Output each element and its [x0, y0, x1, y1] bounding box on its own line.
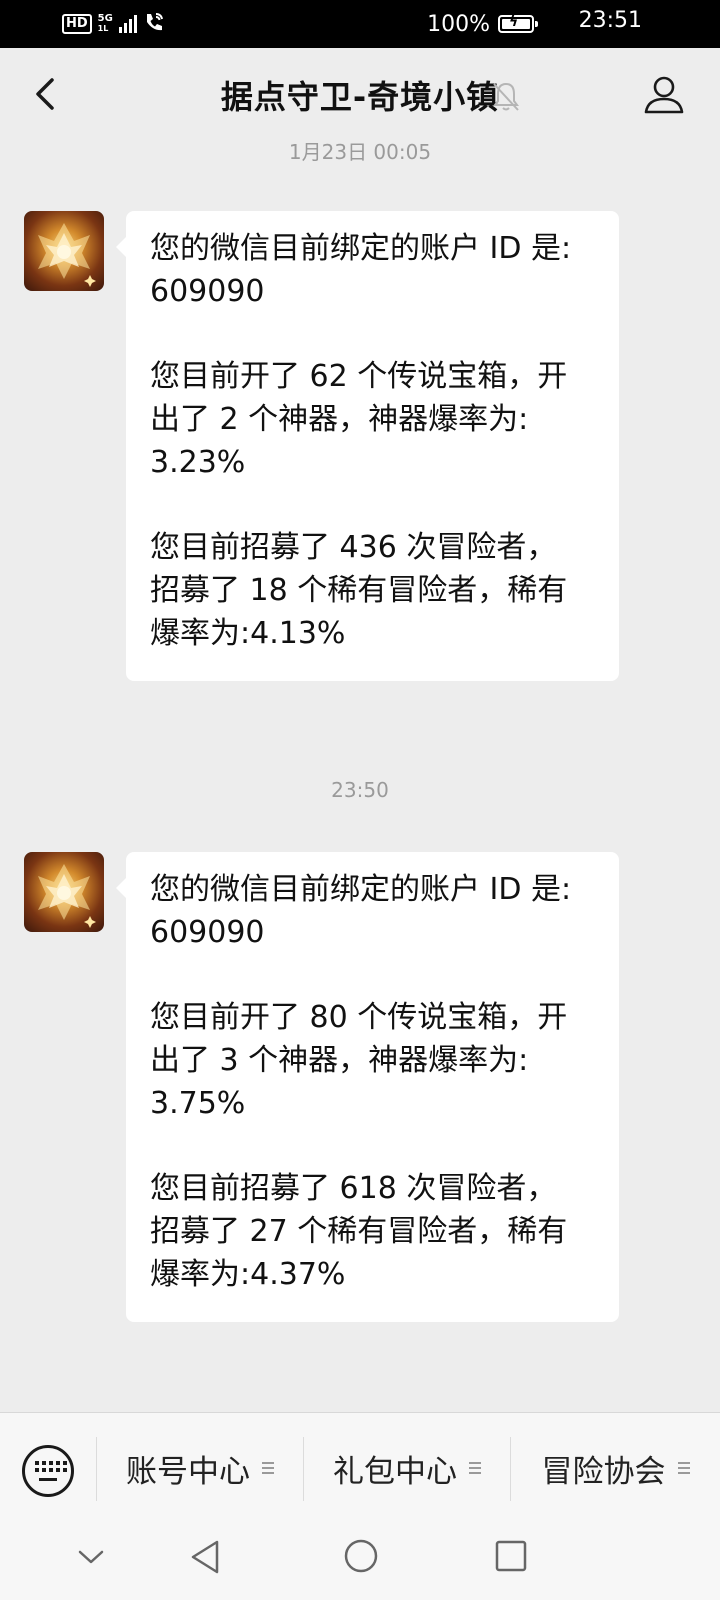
battery-icon: ϟ [498, 14, 538, 33]
network-type: 5G 1L [97, 13, 113, 34]
bot-avatar[interactable] [24, 211, 104, 291]
charging-icon: ϟ [509, 14, 519, 30]
message-bubble[interactable]: 您的微信目前绑定的账户 ID 是: 609090 您目前开了 62 个传说宝箱，… [116, 211, 619, 681]
menu-item-adventure-guild[interactable]: 冒险协会 [511, 1413, 720, 1523]
message-bubble[interactable]: 您的微信目前绑定的账户 ID 是: 609090 您目前开了 80 个传说宝箱，… [116, 852, 619, 1322]
bot-avatar[interactable] [24, 852, 104, 932]
submenu-icon [677, 1462, 690, 1474]
message-text: 您目前开了 62 个传说宝箱，开 出了 2 个神器，神器爆率为: 3.23% [150, 359, 568, 480]
chat-header: 据点守卫-奇境小镇 [0, 48, 720, 142]
mute-icon [493, 82, 519, 111]
submenu-icon [262, 1462, 274, 1474]
status-time: 23:51 [578, 8, 642, 33]
keyboard-toggle-icon[interactable] [22, 1445, 74, 1497]
emblem-icon [38, 223, 96, 287]
status-right: 100% ϟ [427, 9, 538, 39]
chevron-down-icon[interactable] [76, 1542, 106, 1572]
nav-home-icon[interactable] [343, 1538, 379, 1574]
message-text: 您的微信目前绑定的账户 ID 是: 609090 [150, 872, 572, 950]
emblem-icon [38, 864, 96, 928]
message-text: 您目前开了 80 个传说宝箱，开 出了 3 个神器，神器爆率为: 3.75% [150, 1000, 568, 1121]
message-timestamp: 1月23日 00:05 [288, 142, 432, 164]
signal-icon [118, 15, 137, 33]
chat-title: 据点守卫-奇境小镇 [220, 78, 500, 116]
profile-icon[interactable] [642, 72, 686, 116]
message-text: 您目前招募了 618 次冒险者， 招募了 27 个稀有冒险者，稀有 爆率为:4.… [150, 1171, 568, 1292]
message-text: 您目前招募了 436 次冒险者， 招募了 18 个稀有冒险者，稀有 爆率为:4.… [150, 530, 568, 651]
status-bar: HD 5G 1L 100% ϟ 23:51 [0, 0, 720, 48]
battery-percent: 100% [427, 11, 490, 37]
message-timestamp: 23:50 [331, 778, 389, 802]
chat-messages[interactable]: 1月23日 00:05 您的微信目前绑定的账户 ID 是: 609090 您目前… [0, 142, 720, 1412]
menu-item-account-center[interactable]: 账号中心 [97, 1413, 303, 1523]
nav-back-icon[interactable] [188, 1538, 222, 1576]
system-nav-bar [0, 1522, 720, 1600]
hd-badge: HD [62, 14, 92, 34]
bottom-menu: 账号中心 礼包中心 冒险协会 [0, 1412, 720, 1523]
wifi-calling-icon [143, 11, 165, 38]
nav-recents-icon[interactable] [494, 1539, 528, 1573]
menu-item-gift-center[interactable]: 礼包中心 [304, 1413, 510, 1523]
submenu-icon [469, 1462, 481, 1474]
status-left: HD 5G 1L [62, 10, 165, 38]
message-text: 您的微信目前绑定的账户 ID 是: 609090 [150, 231, 572, 309]
